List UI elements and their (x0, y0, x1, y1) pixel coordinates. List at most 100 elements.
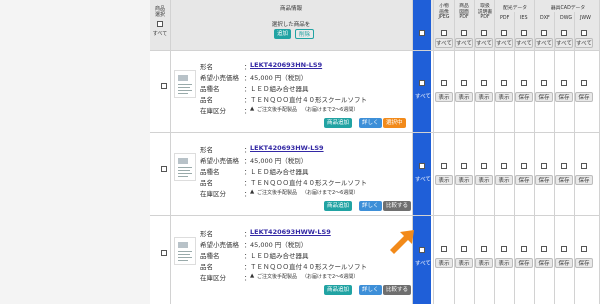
light-pdf-checkbox[interactable] (501, 163, 507, 169)
light-ies-all-button[interactable]: すべて (515, 38, 533, 48)
product-model-link[interactable]: LEKT420693HWW-LS9 (250, 228, 331, 236)
product-info-title: 商品情報 (279, 6, 302, 12)
stock-label: 在庫区分 (200, 107, 226, 115)
light-ies-checkbox[interactable] (521, 163, 527, 169)
cad-dwg-checkbox[interactable] (561, 80, 567, 86)
cad-jww-save-button[interactable]: 保存 (575, 92, 593, 102)
row-select-checkbox[interactable] (161, 166, 167, 172)
cad-jww-save-button[interactable]: 保存 (575, 175, 593, 185)
download-all-checkbox[interactable] (419, 30, 425, 36)
cad-jww-checkbox[interactable] (581, 246, 587, 252)
product-model-link[interactable]: LEKT420693HN-LS9 (250, 61, 322, 69)
instruction-checkbox[interactable] (481, 246, 487, 252)
cad-dxf-save-button[interactable]: 保存 (535, 258, 553, 268)
cad-dwg-save-button[interactable]: 保存 (555, 258, 573, 268)
light-pdf-all-button[interactable]: すべて (495, 38, 513, 48)
product-drawing-show-button[interactable]: 表示 (455, 175, 473, 185)
selected-products-label: 選択した商品を (271, 22, 311, 28)
drawing-all-checkbox[interactable] (461, 30, 467, 36)
cad-dwg-header: DWG (560, 16, 573, 21)
row-download-checkbox[interactable] (419, 80, 425, 86)
row-select-checkbox[interactable] (161, 83, 167, 89)
small-image-checkbox[interactable] (441, 80, 447, 86)
cad-dwg-checkbox[interactable] (561, 246, 567, 252)
row-download-checkbox[interactable] (419, 247, 425, 253)
instruction-show-button[interactable]: 表示 (475, 92, 493, 102)
cad-jww-checkbox[interactable] (581, 80, 587, 86)
instruction-show-button[interactable]: 表示 (475, 175, 493, 185)
instruction-show-button[interactable]: 表示 (475, 258, 493, 268)
add-product-button[interactable]: 商品追加 (324, 285, 353, 295)
bulk-delete-button[interactable]: 削除 (295, 29, 315, 39)
product-type-value: ＬＥＤ組み合せ器具 (250, 85, 309, 93)
price-value: 45,000 円（税別） (250, 74, 308, 82)
light-ies-all-checkbox[interactable] (521, 30, 527, 36)
product-thumbnail[interactable] (174, 70, 196, 98)
cad-dwg-save-button[interactable]: 保存 (555, 175, 573, 185)
small-image-show-button[interactable]: 表示 (435, 92, 453, 102)
cad-dxf-checkbox[interactable] (541, 246, 547, 252)
light-ies-save-button[interactable]: 保存 (515, 258, 533, 268)
select-all-checkbox[interactable] (157, 21, 163, 27)
instruction-all-checkbox[interactable] (481, 30, 487, 36)
instruction-all-button[interactable]: すべて (475, 38, 493, 48)
small-image-checkbox[interactable] (441, 246, 447, 252)
cad-dwg-checkbox[interactable] (561, 163, 567, 169)
compare-button[interactable]: 比較する (383, 285, 412, 295)
cad-dwg-all-button[interactable]: すべて (555, 38, 573, 48)
light-ies-checkbox[interactable] (521, 80, 527, 86)
product-thumbnail[interactable] (174, 237, 196, 265)
product-drawing-show-button[interactable]: 表示 (455, 258, 473, 268)
instruction-header: 取扱 説明書 PDF (477, 4, 493, 20)
add-product-button[interactable]: 商品追加 (324, 201, 353, 211)
cad-dxf-checkbox[interactable] (541, 163, 547, 169)
product-drawing-show-button[interactable]: 表示 (455, 92, 473, 102)
instruction-checkbox[interactable] (481, 80, 487, 86)
cad-jww-all-button[interactable]: すべて (575, 38, 593, 48)
drawing-all-button[interactable]: すべて (455, 38, 473, 48)
stock-note: （お届けまで2～6週間） (302, 274, 359, 280)
light-pdf-show-button[interactable]: 表示 (495, 175, 513, 185)
light-pdf-all-checkbox[interactable] (501, 30, 507, 36)
product-thumbnail[interactable] (174, 153, 196, 181)
cad-dxf-save-button[interactable]: 保存 (535, 175, 553, 185)
cad-dwg-save-button[interactable]: 保存 (555, 92, 573, 102)
cad-dxf-checkbox[interactable] (541, 80, 547, 86)
compare-button[interactable]: 比較する (383, 201, 412, 211)
light-pdf-checkbox[interactable] (501, 80, 507, 86)
light-pdf-show-button[interactable]: 表示 (495, 92, 513, 102)
light-ies-save-button[interactable]: 保存 (515, 175, 533, 185)
cad-dxf-all-button[interactable]: すべて (535, 38, 553, 48)
details-button[interactable]: 詳しく (359, 118, 382, 128)
light-pdf-checkbox[interactable] (501, 246, 507, 252)
light-ies-save-button[interactable]: 保存 (515, 92, 533, 102)
cad-jww-all-checkbox[interactable] (581, 30, 587, 36)
row-select-checkbox[interactable] (161, 250, 167, 256)
instruction-checkbox[interactable] (481, 163, 487, 169)
product-drawing-checkbox[interactable] (461, 163, 467, 169)
cad-dxf-all-checkbox[interactable] (541, 30, 547, 36)
add-product-button[interactable]: 商品追加 (324, 118, 353, 128)
small-image-checkbox[interactable] (441, 163, 447, 169)
compare-button[interactable]: 選択中 (383, 118, 406, 128)
small-image-show-button[interactable]: 表示 (435, 175, 453, 185)
stock-label: 在庫区分 (200, 274, 226, 282)
bulk-add-button[interactable]: 追加 (274, 29, 292, 39)
small-image-show-button[interactable]: 表示 (435, 258, 453, 268)
row-all-label: すべて (415, 94, 431, 100)
cad-jww-checkbox[interactable] (581, 163, 587, 169)
product-drawing-checkbox[interactable] (461, 80, 467, 86)
details-button[interactable]: 詳しく (359, 285, 382, 295)
light-ies-checkbox[interactable] (521, 246, 527, 252)
cad-dwg-all-checkbox[interactable] (561, 30, 567, 36)
row-download-checkbox[interactable] (419, 163, 425, 169)
details-button[interactable]: 詳しく (359, 201, 382, 211)
cad-dxf-save-button[interactable]: 保存 (535, 92, 553, 102)
small-image-all-button[interactable]: すべて (435, 38, 453, 48)
light-pdf-show-button[interactable]: 表示 (495, 258, 513, 268)
small-image-all-checkbox[interactable] (441, 30, 447, 36)
product-drawing-checkbox[interactable] (461, 246, 467, 252)
product-model-link[interactable]: LEKT420693HW-LS9 (250, 144, 324, 152)
cad-jww-save-button[interactable]: 保存 (575, 258, 593, 268)
model-label: 形名 (200, 146, 213, 154)
